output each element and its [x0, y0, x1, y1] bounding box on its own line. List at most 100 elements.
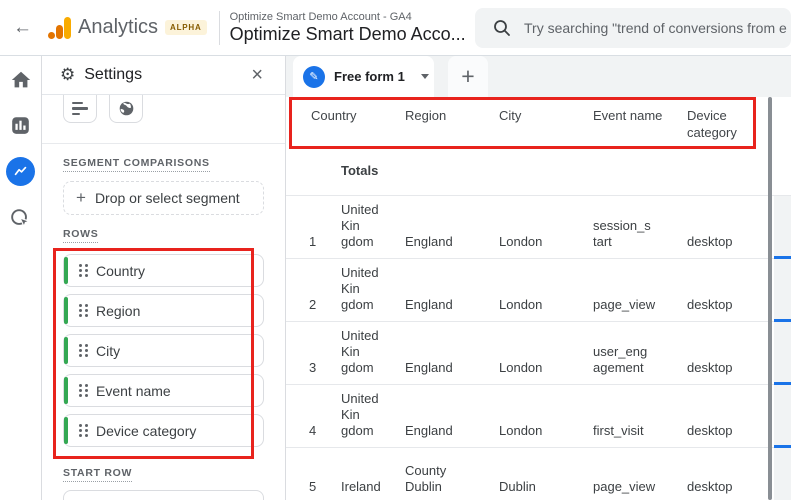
search-icon [494, 19, 510, 36]
cell-event-name: first_visit [593, 423, 644, 438]
chip-label: Country [96, 262, 146, 279]
next-column-strip [774, 196, 791, 259]
start-row-input[interactable]: 1 [63, 490, 264, 500]
row-dimension-chip-event-name[interactable]: Event name [63, 374, 264, 407]
row-dimension-chip-city[interactable]: City [63, 334, 264, 367]
analytics-logo-icon[interactable] [48, 16, 72, 40]
table-row[interactable]: 4 United Kin gdom England London first_visit… [286, 385, 791, 448]
drag-handle-icon[interactable] [79, 344, 88, 357]
drag-handle-icon[interactable] [79, 424, 88, 437]
property-label: Optimize Smart Demo Acco... [229, 23, 466, 44]
table-row[interactable]: 3 United Kin gdom England London user_eng ag… [286, 322, 791, 385]
table-viz-button[interactable] [63, 95, 97, 123]
cell-region: England [405, 423, 453, 438]
body: ⚙ Settings × SEGMENT COMPARISONS + Drop … [0, 56, 791, 500]
explore-icon[interactable] [6, 157, 35, 186]
next-column-strip [774, 259, 791, 322]
cell-country: United Kin gdom [341, 391, 379, 438]
cell-city: London [499, 297, 543, 312]
cell-event-name: user_eng agement [593, 344, 648, 375]
row-number: 5 [309, 479, 317, 494]
vertical-scrollbar[interactable] [768, 97, 772, 500]
row-dimension-chip-region[interactable]: Region [63, 294, 264, 327]
chip-accent-bar [64, 337, 68, 364]
segment-drop-zone[interactable]: + Drop or select segment [63, 181, 264, 215]
chip-label: City [96, 342, 121, 359]
tab-free-form-1[interactable]: ✎ Free form 1 [293, 56, 434, 97]
panel-sections: SEGMENT COMPARISONS + Drop or select seg… [42, 144, 285, 500]
cell-country: Ireland [341, 479, 381, 494]
cell-city: London [499, 360, 543, 375]
row-dimension-chip-device-category[interactable]: Device category [63, 414, 264, 447]
drag-handle-icon[interactable] [79, 264, 88, 277]
tab-label: Free form 1 [334, 69, 405, 84]
cell-event-name: page_view [593, 479, 656, 494]
home-icon[interactable] [10, 69, 32, 91]
account-switcher[interactable]: Optimize Smart Demo Account - GA4 Optimi… [230, 11, 466, 45]
column-header-event-name[interactable]: Event name [593, 97, 687, 148]
cell-city: London [499, 423, 543, 438]
chip-label: Device category [96, 422, 197, 439]
tab-bar: ✎ Free form 1 + [286, 56, 791, 97]
search-input[interactable]: Try searching "trend of conversions from… [475, 7, 791, 48]
close-icon[interactable]: × [251, 65, 263, 85]
settings-header: ⚙ Settings × [42, 56, 285, 95]
column-header-city[interactable]: City [499, 97, 593, 148]
table-row[interactable]: 5 Ireland County Dublin Dublin page_view desk… [286, 448, 791, 500]
logo-bar-mid [56, 24, 63, 39]
rows-chip-list: Country Region City Event name Device catego… [63, 254, 264, 447]
next-column-strip [774, 448, 791, 500]
product-name: Analytics [78, 16, 159, 38]
search-placeholder: Try searching "trend of conversions from… [524, 19, 787, 36]
alpha-badge: ALPHA [165, 20, 207, 35]
chip-accent-bar [64, 417, 68, 444]
row-number: 2 [309, 297, 317, 312]
cell-country: United Kin gdom [341, 265, 379, 312]
freeform-table: Country Region City Event name Device catego… [286, 97, 791, 500]
cell-event-name: session_s tart [593, 218, 651, 249]
logo-dot [48, 31, 55, 39]
geo-map-viz-button[interactable] [109, 95, 143, 123]
cell-device-category: desktop [687, 297, 733, 312]
settings-panel: ⚙ Settings × SEGMENT COMPARISONS + Drop … [42, 56, 286, 500]
add-tab-button[interactable]: + [448, 56, 488, 97]
cell-city: Dublin [499, 479, 536, 494]
totals-row: Totals [286, 148, 791, 196]
cell-device-category: desktop [687, 479, 733, 494]
table-row[interactable]: 2 United Kin gdom England London page_view de… [286, 259, 791, 322]
reports-icon[interactable] [10, 115, 31, 136]
cell-country: United Kin gdom [341, 202, 379, 249]
column-header-device-category[interactable]: Device category [687, 97, 765, 148]
drag-handle-icon[interactable] [79, 384, 88, 397]
cell-region: England [405, 297, 453, 312]
cell-region: England [405, 234, 453, 249]
next-column-strip [774, 385, 791, 448]
cell-city: London [499, 234, 543, 249]
bar-chart-icon [72, 101, 88, 116]
chip-accent-bar [64, 297, 68, 324]
row-number: 1 [309, 234, 317, 249]
column-header-region[interactable]: Region [405, 97, 499, 148]
chevron-down-icon[interactable] [420, 74, 429, 79]
settings-title: Settings [84, 66, 143, 83]
cell-device-category: desktop [687, 360, 733, 375]
segment-comparisons-label: SEGMENT COMPARISONS [63, 157, 210, 172]
row-number: 3 [309, 360, 317, 375]
visualization-toggle-row [42, 95, 285, 123]
cell-region: England [405, 360, 453, 375]
segment-drop-label: Drop or select segment [94, 190, 240, 206]
start-row-label: START ROW [63, 467, 133, 482]
back-arrow-icon[interactable]: ← [13, 17, 32, 39]
rows-label: ROWS [63, 228, 99, 243]
next-column-strip [774, 322, 791, 385]
advertising-icon[interactable] [9, 207, 32, 230]
table-row[interactable]: 1 United Kin gdom England London session_s t… [286, 196, 791, 259]
drag-handle-icon[interactable] [79, 304, 88, 317]
topbar-divider [218, 10, 220, 45]
chip-accent-bar [64, 257, 68, 284]
gear-icon: ⚙ [60, 65, 76, 84]
row-dimension-chip-country[interactable]: Country [63, 254, 264, 287]
column-header-country[interactable]: Country [286, 97, 405, 148]
cell-device-category: desktop [687, 423, 733, 438]
nav-rail [0, 56, 42, 500]
